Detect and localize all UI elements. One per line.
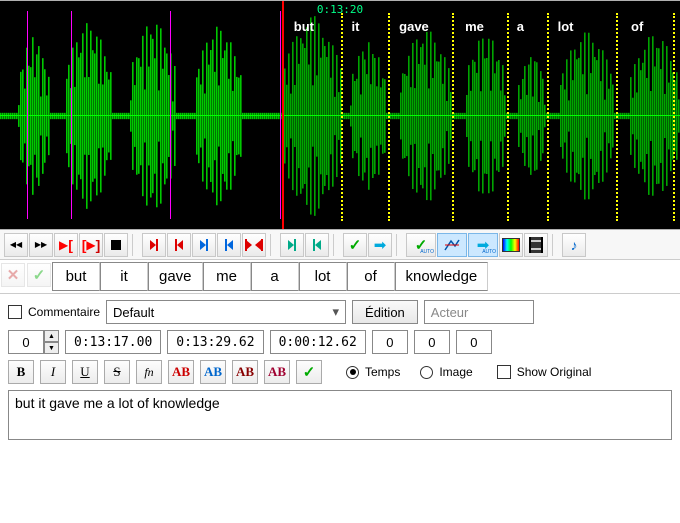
x1-input[interactable]: 0	[372, 330, 408, 354]
edition-button[interactable]: Édition	[352, 300, 418, 324]
video-button[interactable]	[524, 233, 548, 257]
prev-bracket-button[interactable]: ▶[	[54, 233, 78, 257]
acteur-input[interactable]: Acteur	[424, 300, 534, 324]
word-boundary-marker[interactable]	[673, 13, 675, 221]
image-label: Image	[439, 365, 472, 379]
rewind-button[interactable]	[4, 233, 28, 257]
spin-down-icon[interactable]: ▼	[44, 342, 59, 354]
color-red-button[interactable]: AB	[168, 360, 194, 384]
time-start-input[interactable]: 0:13:17.00	[65, 330, 161, 354]
waveform-display[interactable]: 0:13:20 but it gave me a lot of	[0, 0, 680, 230]
strike-button[interactable]: S	[104, 360, 130, 384]
bold-button[interactable]: B	[8, 360, 34, 384]
waveform-word-label: a	[517, 19, 524, 34]
time-end-input[interactable]: 0:13:29.62	[167, 330, 263, 354]
index-spinner[interactable]: 0 ▲▼	[8, 330, 59, 354]
confirm-button[interactable]: ✓	[343, 233, 367, 257]
spectrum-button[interactable]	[499, 233, 523, 257]
word-boundary-marker[interactable]	[547, 13, 549, 221]
set-in-red-button[interactable]	[142, 233, 166, 257]
waveform-word-label: lot	[558, 19, 574, 34]
x2-input[interactable]: 0	[414, 330, 450, 354]
show-original-checkbox[interactable]	[497, 365, 511, 379]
color-maroon-button[interactable]: AB	[264, 360, 290, 384]
style-select[interactable]: Default	[106, 300, 346, 324]
accept-word-button[interactable]: ✓	[27, 263, 51, 287]
word-segment[interactable]: a	[251, 262, 299, 291]
word-boundary-marker[interactable]	[341, 13, 343, 221]
set-in-teal-button[interactable]	[280, 233, 304, 257]
word-boundary-marker[interactable]	[388, 13, 390, 221]
commentaire-label: Commentaire	[28, 305, 100, 319]
scene-marker	[170, 11, 171, 219]
image-radio[interactable]	[420, 366, 433, 379]
word-segments-row: ✕ ✓ butitgavemealotofknowledge	[0, 260, 680, 294]
commentaire-checkbox[interactable]	[8, 305, 22, 319]
fn-button[interactable]: fn	[136, 360, 162, 384]
word-segment[interactable]: gave	[148, 262, 203, 291]
auto-sync-button[interactable]	[437, 233, 467, 257]
temps-label: Temps	[365, 365, 400, 379]
color-blue-button[interactable]: AB	[200, 360, 226, 384]
word-boundary-marker[interactable]	[616, 13, 618, 221]
next-arrow-button[interactable]: ➡	[368, 233, 392, 257]
scene-marker	[27, 11, 28, 219]
waveform-word-label: it	[352, 19, 360, 34]
word-segment[interactable]: knowledge	[395, 262, 489, 291]
x3-input[interactable]: 0	[456, 330, 492, 354]
selection-start-marker[interactable]	[282, 1, 284, 229]
waveform-word-label: gave	[399, 19, 429, 34]
subtitle-panel: Commentaire Default Édition Acteur 0 ▲▼ …	[0, 294, 680, 446]
music-button[interactable]	[562, 233, 586, 257]
color-darkred-button[interactable]: AB	[232, 360, 258, 384]
range-bracket-button[interactable]: [▶]	[79, 233, 103, 257]
apply-format-button[interactable]: ✓	[296, 360, 322, 384]
set-in-blue-button[interactable]	[192, 233, 216, 257]
waveform-word-label: but	[294, 19, 314, 34]
transport-toolbar: ▶[ [▶] ✓ ➡ ✓AUTO ➡AUTO	[0, 230, 680, 260]
set-out-red-button[interactable]	[167, 233, 191, 257]
word-segment[interactable]: lot	[299, 262, 347, 291]
word-segment[interactable]: but	[52, 262, 100, 291]
scene-marker	[71, 11, 72, 219]
fastforward-button[interactable]	[29, 233, 53, 257]
temps-radio[interactable]	[346, 366, 359, 379]
underline-button[interactable]: U	[72, 360, 98, 384]
stop-button[interactable]	[104, 233, 128, 257]
italic-button[interactable]: I	[40, 360, 66, 384]
waveform-centerline	[0, 115, 680, 116]
duration-input[interactable]: 0:00:12.62	[270, 330, 366, 354]
word-segment[interactable]: of	[347, 262, 395, 291]
word-boundary-marker[interactable]	[452, 13, 454, 221]
spin-up-icon[interactable]: ▲	[44, 330, 59, 342]
waveform-word-label: me	[465, 19, 484, 34]
waveform-word-label: of	[631, 19, 643, 34]
set-out-teal-button[interactable]	[305, 233, 329, 257]
word-boundary-marker[interactable]	[507, 13, 509, 221]
auto-confirm-button[interactable]: ✓AUTO	[406, 233, 436, 257]
reject-word-button[interactable]: ✕	[1, 263, 25, 287]
word-segment[interactable]: me	[203, 262, 251, 291]
subtitle-text-input[interactable]: but it gave me a lot of knowledge	[8, 390, 672, 440]
range-red-button[interactable]	[242, 233, 266, 257]
set-out-blue-button[interactable]	[217, 233, 241, 257]
word-segment[interactable]: it	[100, 262, 148, 291]
auto-next-button[interactable]: ➡AUTO	[468, 233, 498, 257]
timecode-label: 0:13:20	[317, 3, 363, 16]
show-original-label: Show Original	[517, 365, 592, 379]
scene-marker	[280, 11, 281, 219]
